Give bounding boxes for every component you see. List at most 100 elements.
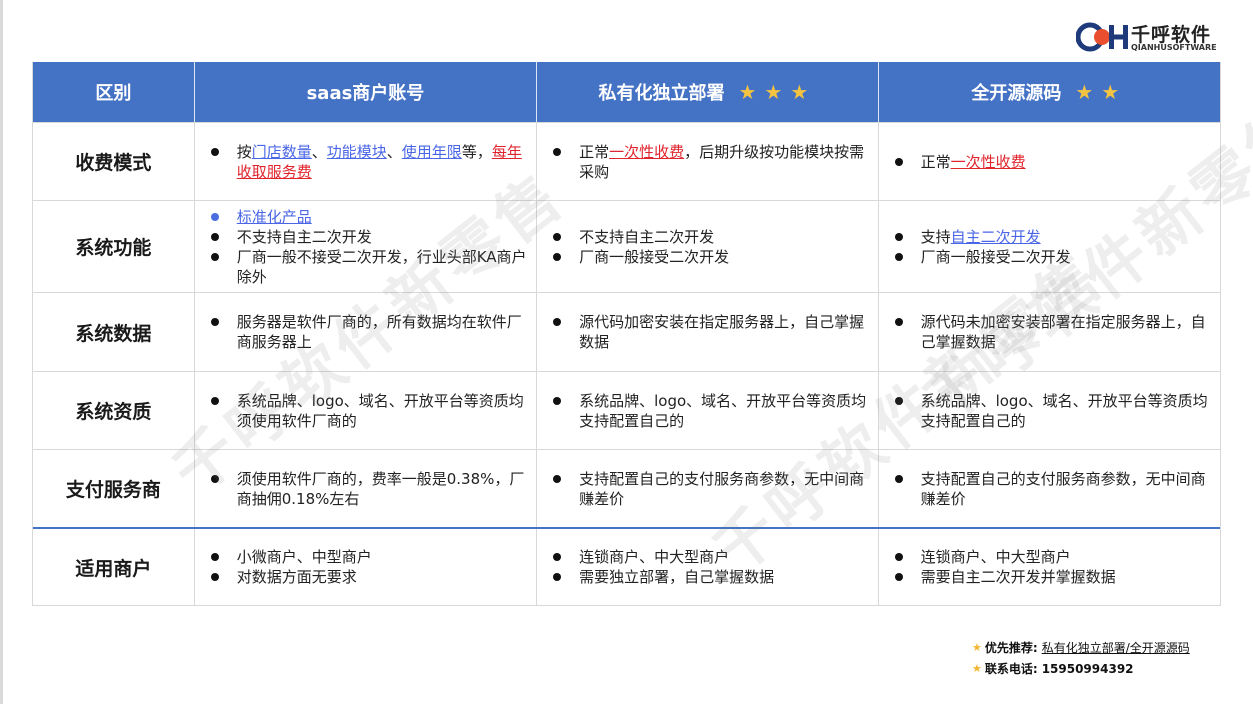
bullet-item: 连锁商户、中大型商户 [553,547,871,567]
row-label: 系统功能 [75,237,152,259]
qianhu-logo-icon [1076,22,1128,52]
table-cell: 按门店数量、功能模块、使用年限等，每年收取服务费 [193,123,536,200]
item-text: 服务器是软件厂商的，所有数据均在软件厂商服务器上 [236,313,522,351]
table-row-system-data: 系统数据 服务器是软件厂商的，所有数据均在软件厂商服务器上 源代码加密安装在指定服务… [33,292,1220,371]
table-cell: 标准化产品 不支持自主二次开发 厂商一般不接受二次开发，行业头部KA商户除外 [193,201,536,292]
highlighted-text: 功能模块 [326,142,387,161]
item-text: 支持 [920,227,951,246]
row-label: 系统资质 [75,401,152,423]
item-text: 不支持自主二次开发 [236,227,372,246]
table-cell: 支持配置自己的支付服务商参数，无中间商赚差价 [536,450,877,527]
left-edge-line [0,0,3,704]
item-text: 支持配置自己的支付服务商参数，无中间商赚差价 [920,469,1206,508]
header-label: 区别 [95,83,132,104]
bullet-item: 需要自主二次开发并掌握数据 [894,567,1214,587]
highlighted-text: 一次性收费 [950,152,1026,171]
phone-value: 15950994392 [1041,661,1134,676]
bullet-item: 不支持自主二次开发 [210,227,530,247]
bullet-item: 不支持自主二次开发 [553,227,871,247]
header-label: 全开源源码 [971,83,1062,104]
header-col-opensource: 全开源源码 ★★ [877,62,1220,122]
item-text: 系统品牌、logo、域名、开放平台等资质均支持配置自己的 [920,391,1208,430]
header-col-difference: 区别 [33,62,194,122]
item-text: 需要自主二次开发并掌握数据 [920,568,1116,586]
item-text: 需要独立部署，自己掌握数据 [579,568,775,586]
table-cell: 系统品牌、logo、域名、开放平台等资质均支持配置自己的 [877,372,1220,449]
table-cell: 连锁商户、中大型商户需要独立部署，自己掌握数据 [536,529,877,605]
item-text: 须使用软件厂商的，费率一般是0.38%，厂商抽佣0.18%左右 [236,469,525,508]
highlighted-text: 一次性收费 [609,142,685,161]
bullet-item: 源代码加密安装在指定服务器上，自己掌握数据 [553,312,871,352]
item-text: 、 [311,142,327,161]
table-cell: 不支持自主二次开发 厂商一般接受二次开发 [536,201,877,292]
table-cell: 须使用软件厂商的，费率一般是0.38%，厂商抽佣0.18%左右 [193,450,536,527]
table-row-payment-provider: 支付服务商 须使用软件厂商的，费率一般是0.38%，厂商抽佣0.18%左右 支持配置… [33,449,1220,527]
item-text: 正常 [579,142,610,161]
item-text: 系统品牌、logo、域名、开放平台等资质均须使用软件厂商的 [236,391,524,430]
bullet-item: 正常一次性收费，后期升级按功能模块按需采购 [553,142,871,182]
table-cell: 正常一次性收费 [877,123,1220,200]
table-row-target-merchants: 适用商户 小微商户、中型商户 对数据方面无要求 连锁商户、中大型商户 需要独立部署，自己… [33,527,1220,605]
table-cell: 支持自主二次开发 厂商一般接受二次开发 [877,201,1220,292]
table-cell: 源代码未加密安装部署在指定服务器上，自己掌握数据 [877,293,1220,371]
table-cell: 小微商户、中型商户 对数据方面无要求 [193,529,536,605]
bullet-item: 按门店数量、功能模块、使用年限等，每年收取服务费 [210,142,530,182]
star-icon: ★ [972,641,982,654]
header-col-private: 私有化独立部署 ★★★ [536,62,877,122]
item-text: 、 [386,142,402,161]
item-text: 厂商一般不接受二次开发，行业头部KA商户除外 [236,247,527,286]
comparison-table: 区别 saas商户账号 私有化独立部署 ★★★ 全开源源码 ★★ 收费模式 按门店数量… [32,62,1221,606]
phone-label: 联系电话: [984,662,1038,676]
row-label: 支付服务商 [65,479,161,501]
item-text: 源代码未加密安装部署在指定服务器上，自己掌握数据 [920,313,1206,351]
item-text: 不支持自主二次开发 [579,227,715,246]
bullet-item: 厂商一般接受二次开发 [894,247,1214,267]
recommend-label: 优先推荐: [984,641,1038,655]
bullet-item: 标准化产品 [210,207,530,227]
logo-name-en: QIANHUSOFTWARE [1131,43,1217,52]
bullet-item: 正常一次性收费 [894,152,1214,172]
bullet-item: 对数据方面无要求 [210,567,530,587]
item-text: 对数据方面无要求 [236,568,357,586]
bullet-item: 支持配置自己的支付服务商参数，无中间商赚差价 [894,469,1214,509]
table-cell: 系统品牌、logo、域名、开放平台等资质均须使用软件厂商的 [193,372,536,449]
bullet-item: 服务器是软件厂商的，所有数据均在软件厂商服务器上 [210,312,530,352]
table-row-system-function: 系统功能 标准化产品 不支持自主二次开发 厂商一般不接受二次开发，行业头部KA商户除外… [33,200,1220,292]
star-icon: ★ [972,662,982,675]
bullet-item: 支持自主二次开发 [894,227,1214,247]
bullet-item: 源代码未加密安装部署在指定服务器上，自己掌握数据 [894,312,1214,352]
table-cell: 服务器是软件厂商的，所有数据均在软件厂商服务器上 [193,293,536,371]
company-logo: 千呼软件 QIANHUSOFTWARE [1076,20,1217,56]
table-header-row: 区别 saas商户账号 私有化独立部署 ★★★ 全开源源码 ★★ [33,62,1220,122]
row-label: 系统数据 [75,322,152,345]
highlighted-text: 标准化产品 [236,207,312,226]
row-label: 收费模式 [75,152,152,174]
bullet-item: 需要独立部署，自己掌握数据 [553,567,871,587]
bullet-item: 厂商一般不接受二次开发，行业头部KA商户除外 [210,247,530,287]
recommend-value: 私有化独立部署/全开源源码 [1041,641,1190,655]
item-text: 支持配置自己的支付服务商参数，无中间商赚差价 [579,469,865,508]
bullet-item: 支持配置自己的支付服务商参数，无中间商赚差价 [553,469,871,509]
table-cell: 系统品牌、logo、域名、开放平台等资质均支持配置自己的 [536,372,877,449]
table-cell: 正常一次性收费，后期升级按功能模块按需采购 [536,123,877,200]
bullet-item: 须使用软件厂商的，费率一般是0.38%，厂商抽佣0.18%左右 [210,469,530,509]
highlighted-text: 使用年限 [401,142,462,161]
header-label: saas商户账号 [306,83,425,104]
item-text: 厂商一般接受二次开发 [579,247,730,266]
footer-contact: ★ 优先推荐: 私有化独立部署/全开源源码 ★ 联系电话: 1595099439… [972,637,1190,679]
item-text: 按 [236,142,252,161]
footer-recommend: ★ 优先推荐: 私有化独立部署/全开源源码 [972,637,1190,658]
item-text: 连锁商户、中大型商户 [579,548,730,566]
item-text: 连锁商户、中大型商户 [920,548,1071,566]
bullet-item: 厂商一般接受二次开发 [553,247,871,267]
bullet-item: 系统品牌、logo、域名、开放平台等资质均须使用软件厂商的 [210,391,530,431]
highlighted-text: 门店数量 [251,142,312,161]
row-label: 适用商户 [75,557,152,580]
highlighted-text: 自主二次开发 [950,227,1041,246]
star-rating-icon: ★★ [1075,80,1128,104]
table-body: 收费模式 按门店数量、功能模块、使用年限等，每年收取服务费 正常一次性收费，后期升级… [33,122,1220,605]
item-text: 厂商一般接受二次开发 [920,247,1071,266]
bullet-item: 小微商户、中型商户 [210,547,530,567]
bullet-item: 系统品牌、logo、域名、开放平台等资质均支持配置自己的 [894,391,1214,431]
table-cell: 源代码加密安装在指定服务器上，自己掌握数据 [536,293,877,371]
